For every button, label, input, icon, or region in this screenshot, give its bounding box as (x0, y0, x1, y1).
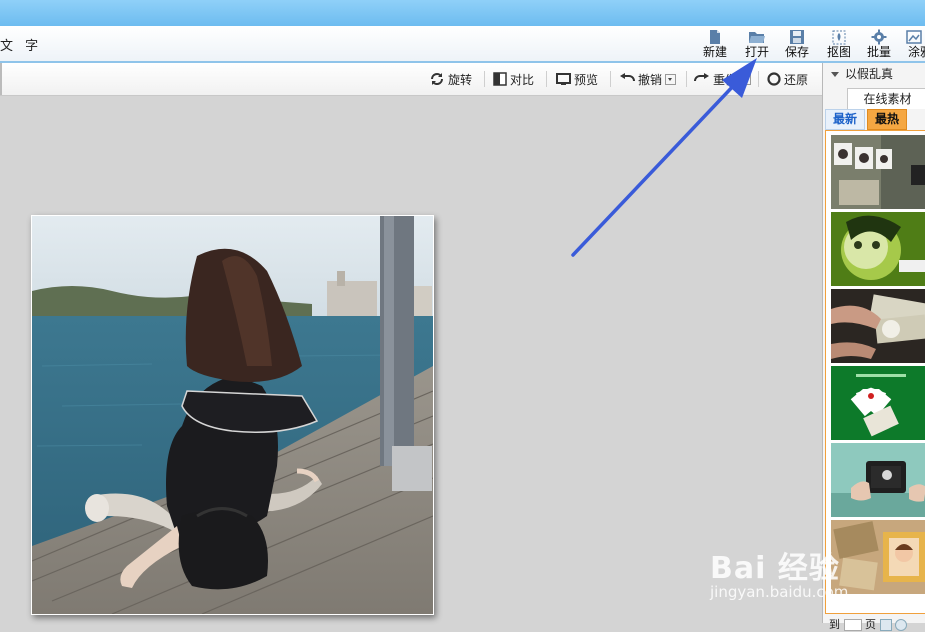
panel-header[interactable]: 以假乱真 (823, 63, 925, 85)
batch-button[interactable]: 批量 (861, 29, 897, 59)
redo-icon (694, 73, 709, 82)
undo-icon (620, 73, 635, 82)
watermark-brand: Bai 经验 (710, 551, 840, 586)
rotate-button[interactable]: 旋转 (429, 71, 472, 87)
preview-label: 预览 (574, 72, 599, 87)
compare-label: 对比 (510, 72, 535, 87)
open-folder-icon (749, 32, 765, 43)
separator (484, 71, 485, 87)
redo-dropdown[interactable] (740, 73, 752, 85)
thumb-image (831, 135, 925, 209)
compare-icon (493, 72, 507, 86)
edited-photo[interactable] (31, 215, 434, 615)
go-page-button[interactable] (879, 619, 892, 631)
material-thumbnail[interactable] (831, 366, 925, 440)
redo-label: 重做 (713, 72, 738, 87)
new-button[interactable]: 新建 (697, 29, 733, 59)
rotate-icon (431, 73, 443, 85)
save-button[interactable]: 保存 (779, 29, 815, 59)
doodle-button[interactable]: 涂鸦 (903, 29, 925, 59)
doodle-icon (906, 30, 922, 44)
thumb-image (831, 443, 925, 517)
rotate-label: 旋转 (448, 72, 473, 87)
baidu-watermark: Bai 经验 jingyan.baidu.com (710, 543, 848, 601)
compare-button[interactable]: 对比 (493, 71, 534, 87)
tab-newest[interactable]: 最新 (825, 109, 865, 130)
photo-girl-on-pier (32, 216, 433, 614)
page-input[interactable] (843, 619, 862, 631)
cutout-button[interactable]: 抠图 (821, 29, 857, 59)
title-bar (0, 0, 925, 26)
material-thumbnail[interactable] (831, 135, 925, 209)
material-thumbnail[interactable] (831, 443, 925, 517)
separator (686, 71, 687, 87)
panel-header-label: 以假乱真 (845, 67, 894, 81)
redo-button[interactable]: 重做 (694, 71, 752, 87)
open-label: 打开 (744, 45, 769, 59)
cutout-label: 抠图 (826, 45, 851, 59)
doodle-label: 涂鸦 (908, 45, 925, 59)
open-button[interactable]: 打开 (739, 29, 775, 59)
separator (610, 71, 611, 87)
watermark-url: jingyan.baidu.com (710, 583, 849, 601)
tab-hottest[interactable]: 最热 (867, 109, 907, 130)
new-file-icon (710, 30, 720, 44)
pager: 到 页 (829, 616, 907, 632)
separator (546, 71, 547, 87)
batch-label: 批量 (866, 45, 891, 59)
preview-button[interactable]: 预览 (556, 71, 598, 87)
undo-button[interactable]: 撤销 (619, 71, 677, 87)
material-thumbnail-list (825, 130, 925, 614)
material-thumbnail[interactable] (831, 289, 925, 363)
save-disk-icon (790, 30, 804, 44)
cutout-icon (832, 30, 846, 45)
preview-icon (556, 73, 571, 85)
edit-subbar: 旋转 对比 预览 撤销 重做 还原 (0, 63, 822, 96)
material-thumbnail[interactable] (831, 212, 925, 286)
collapse-arrow-icon (831, 72, 839, 77)
thumb-image (831, 212, 925, 286)
material-panel: 以假乱真 在线素材 最新 最热 到 页 (822, 63, 925, 631)
main-toolbar: 文 字 新建 打开 保存 抠图 批量 涂鸦 (0, 26, 925, 63)
thumb-image (831, 289, 925, 363)
tab-online-materials[interactable]: 在线素材 (847, 88, 925, 109)
restore-button[interactable]: 还原 (767, 71, 808, 87)
restore-label: 还原 (784, 72, 809, 87)
refresh-icon[interactable] (895, 619, 907, 631)
undo-dropdown[interactable] (665, 73, 677, 85)
batch-gear-icon (871, 29, 887, 45)
pager-suffix: 页 (865, 618, 876, 631)
new-label: 新建 (702, 45, 727, 59)
undo-label: 撤销 (638, 72, 663, 87)
text-tab[interactable]: 文 字 (0, 35, 42, 54)
pager-prefix: 到 (829, 618, 840, 631)
subbar-edge (0, 63, 2, 95)
separator (758, 71, 759, 87)
restore-icon (767, 72, 781, 86)
thumb-image (831, 366, 925, 440)
save-label: 保存 (784, 45, 809, 59)
